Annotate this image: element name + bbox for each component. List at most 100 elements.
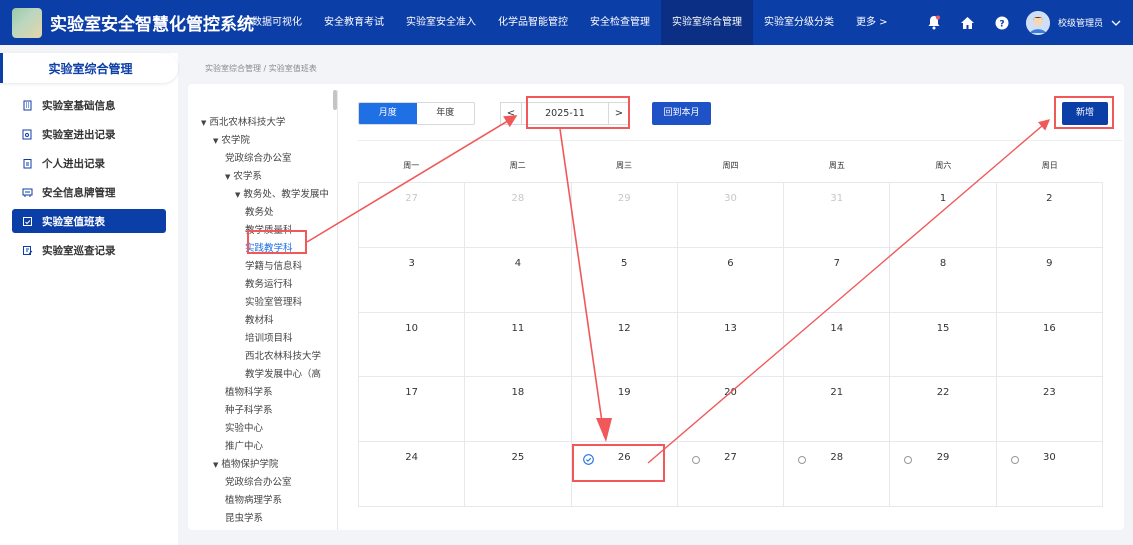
chevron-down-icon[interactable] (1111, 16, 1121, 29)
user-name[interactable]: 校级管理员 (1058, 16, 1103, 29)
nav-item[interactable]: 实验室分级分类 (753, 0, 845, 45)
nav-item[interactable]: 实验室安全准入 (395, 0, 487, 45)
calendar-day-cell[interactable]: 17 (359, 377, 466, 443)
back-to-current-month-button[interactable]: 回到本月 (652, 102, 711, 125)
tree-node[interactable]: ▼ 植物保护学院 (213, 456, 278, 470)
calendar-day-cell[interactable]: 7 (784, 247, 891, 313)
calendar-day-cell[interactable]: 29 (571, 183, 678, 248)
tree-node-label: 实验室管理科 (245, 297, 303, 308)
calendar-day-cell[interactable]: 23 (996, 377, 1103, 443)
sidebar-item[interactable]: 实验室巡查记录 (12, 238, 166, 262)
nav-item[interactable]: 更多 > (845, 0, 899, 45)
day-number: 19 (617, 387, 631, 399)
calendar-day-cell[interactable]: 2 (996, 183, 1103, 248)
tree-scrollbar[interactable] (333, 90, 337, 110)
tree-node[interactable]: 实验中心 (225, 420, 263, 434)
calendar-day-cell[interactable]: 8 (890, 247, 997, 313)
nav-item[interactable]: 化学品智能管控 (487, 0, 579, 45)
tree-node[interactable]: 教务处 (245, 204, 274, 218)
tree-node[interactable]: 植物科学系 (225, 384, 273, 398)
calendar-day-cell[interactable]: 6 (677, 247, 785, 313)
tree-node[interactable]: 实验室管理科 (245, 294, 302, 308)
tree-node[interactable]: 推广中心 (225, 438, 263, 452)
caret-down-icon[interactable]: ▼ (225, 173, 230, 181)
sidebar-item[interactable]: 实验室基础信息 (12, 93, 166, 117)
tree-divider (337, 90, 338, 530)
sidebar-item[interactable]: 个人进出记录 (12, 151, 166, 175)
day-number: 21 (830, 387, 844, 399)
calendar-day-cell[interactable]: 4 (465, 247, 572, 313)
caret-down-icon[interactable]: ▼ (213, 461, 218, 469)
sidebar-item[interactable]: 实验室值班表 (12, 209, 166, 233)
breadcrumb: 实验室综合管理 / 实验室值班表 (205, 64, 317, 73)
calendar-day-cell[interactable]: 25 (465, 442, 572, 507)
calendar-day-cell[interactable]: 30 (996, 442, 1103, 507)
calendar-day-cell[interactable]: 24 (359, 442, 466, 507)
weekday-label: 周四 (722, 161, 739, 170)
calendar-day-cell[interactable]: 15 (890, 312, 997, 378)
nav-item[interactable]: 安全检查管理 (579, 0, 661, 45)
clipboard-icon (22, 157, 34, 169)
calendar-day-cell[interactable]: 22 (890, 377, 997, 443)
sidebar-item[interactable]: 安全信息牌管理 (12, 180, 166, 204)
help-icon[interactable]: ? (992, 13, 1012, 33)
calendar-day-cell[interactable]: 18 (465, 377, 572, 443)
tree-node[interactable]: 教材科 (245, 312, 274, 326)
tree-node[interactable]: 学籍与信息科 (245, 258, 302, 272)
calendar-day-cell[interactable]: 12 (571, 312, 678, 378)
tree-node[interactable]: 培训项目科 (245, 330, 293, 344)
calendar-day-cell[interactable]: 31 (784, 183, 891, 248)
calendar-day-cell[interactable]: 5 (571, 247, 678, 313)
calendar-day-cell[interactable]: 16 (996, 312, 1103, 378)
tree-node[interactable]: 党政综合办公室 (225, 474, 292, 488)
calendar-day-cell[interactable]: 29 (890, 442, 997, 507)
tree-node[interactable]: 教学发展中心（高 (245, 366, 321, 380)
notification-icon[interactable] (924, 13, 944, 33)
calendar-day-cell[interactable]: 19 (571, 377, 678, 443)
tab-yearly[interactable]: 年度 (417, 103, 475, 124)
calendar-day-cell[interactable]: 20 (677, 377, 785, 443)
day-number: 4 (514, 257, 522, 269)
avatar[interactable] (1025, 10, 1050, 35)
calendar-day-cell[interactable]: 13 (677, 312, 785, 378)
nav-item[interactable]: 数据可视化 (241, 0, 313, 45)
tab-monthly[interactable]: 月度 (359, 103, 417, 124)
day-number: 28 (511, 193, 525, 204)
tree-node[interactable]: ▼ 教务处、教学发展中 (235, 186, 329, 200)
calendar-day-cell[interactable]: 14 (784, 312, 891, 378)
tree-node[interactable]: 西北农林科技大学 (245, 348, 321, 362)
calendar-day-cell[interactable]: 27 (359, 183, 466, 248)
caret-down-icon[interactable]: ▼ (235, 191, 240, 199)
tree-node[interactable]: ▼ 西北农林科技大学 (201, 114, 285, 128)
day-number: 5 (621, 257, 628, 269)
tree-node[interactable]: 植物病理学系 (225, 492, 282, 506)
day-number: 30 (724, 193, 737, 204)
calendar-day-cell[interactable]: 1 (890, 183, 997, 248)
tree-node[interactable]: ▼ 农学院 (213, 132, 250, 146)
tree-node-label: 植物科学系 (225, 387, 273, 398)
calendar-day-cell[interactable]: 10 (359, 312, 466, 378)
calendar-day-cell[interactable]: 30 (677, 183, 785, 248)
calendar-day-cell[interactable]: 9 (996, 247, 1103, 313)
tree-node[interactable]: 党政综合办公室 (225, 150, 292, 164)
nav-item[interactable]: 实验室综合管理 (661, 0, 753, 45)
home-icon[interactable] (958, 13, 978, 33)
prev-month-button[interactable]: < (500, 102, 522, 125)
calendar-day-cell[interactable]: 28 (784, 442, 891, 507)
tree-node[interactable]: 农药学系 (225, 528, 263, 530)
caret-down-icon[interactable]: ▼ (201, 119, 206, 127)
tree-node[interactable]: 教务运行科 (245, 276, 293, 290)
caret-down-icon[interactable]: ▼ (213, 137, 218, 145)
tree-node[interactable]: 昆虫学系 (225, 510, 263, 524)
tree-node-label: 西北农林科技大学 (245, 351, 322, 362)
tree-node[interactable]: ▼ 农学系 (225, 168, 262, 182)
calendar-day-cell[interactable]: 28 (465, 183, 572, 248)
calendar-day-cell[interactable]: 3 (359, 247, 466, 313)
nav-item[interactable]: 安全教育考试 (313, 0, 395, 45)
calendar-day-cell[interactable]: 27 (677, 442, 785, 507)
calendar-day-cell[interactable]: 11 (465, 312, 572, 378)
day-number: 22 (936, 387, 950, 399)
tree-node[interactable]: 种子科学系 (225, 402, 273, 416)
calendar-day-cell[interactable]: 21 (784, 377, 891, 443)
sidebar-item[interactable]: 实验室进出记录 (12, 122, 166, 146)
